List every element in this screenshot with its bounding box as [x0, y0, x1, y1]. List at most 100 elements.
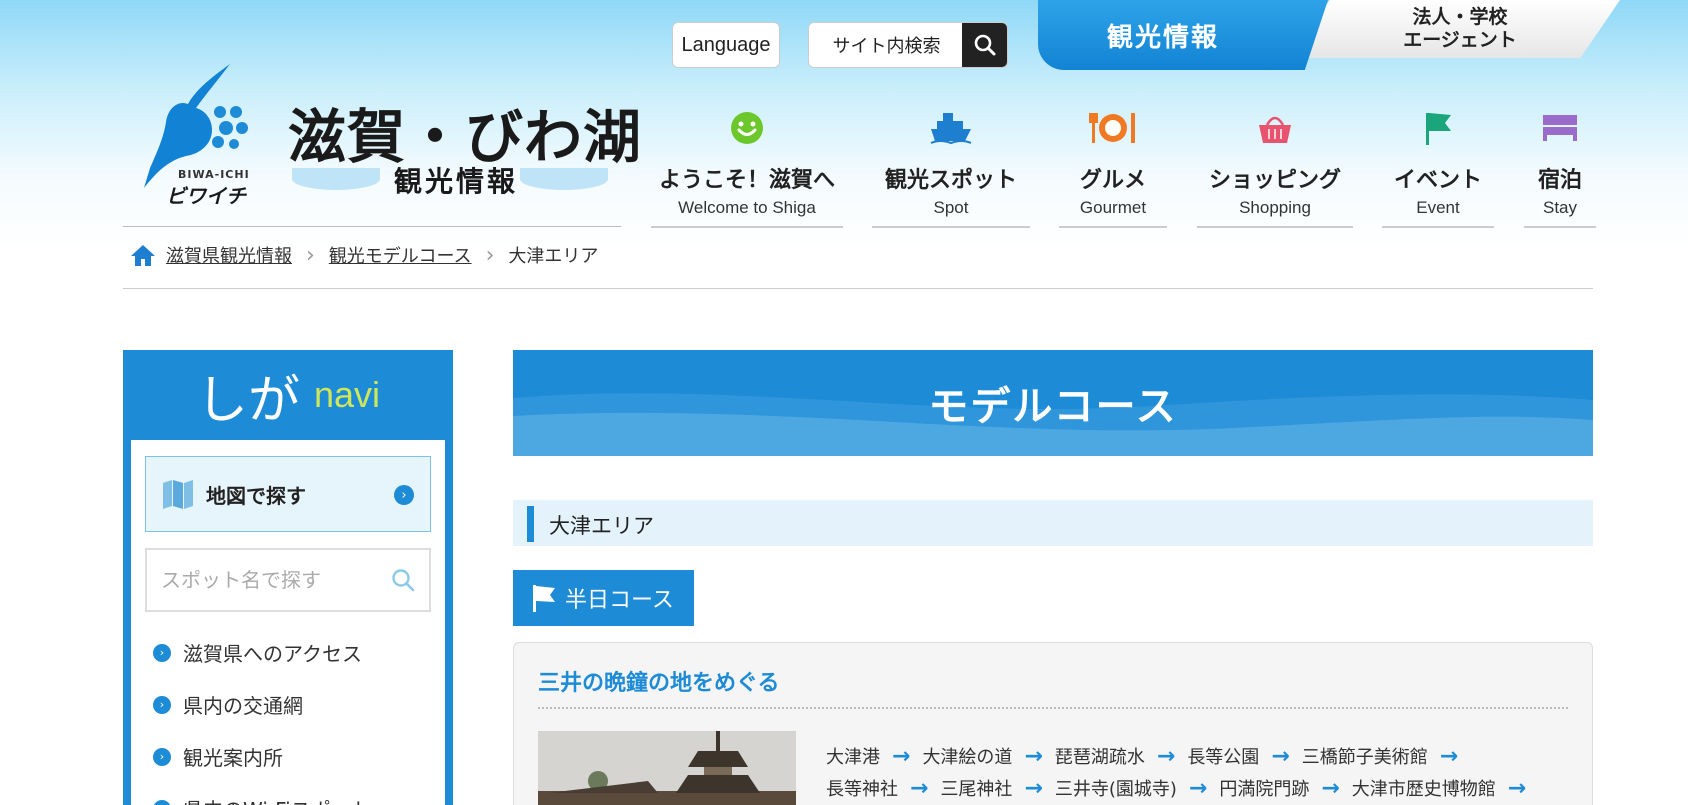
sidebar-body: 地図で探す › › 滋賀県へのアクセス › 県内の交通網 › 観光案内所 › 県…	[131, 440, 445, 805]
spot-search-input[interactable]	[147, 550, 387, 610]
arrow-right-icon: →	[910, 775, 929, 801]
nav-label-en: Welcome to Shiga	[678, 198, 816, 217]
chevron-right-icon: ›	[153, 643, 171, 662]
breadcrumb-link-model-course[interactable]: 観光モデルコース	[329, 242, 472, 268]
chevron-right-icon: ›	[394, 485, 414, 505]
map-icon	[162, 478, 194, 510]
sidebar-link-transport[interactable]: › 県内の交通網	[153, 690, 303, 719]
tab-corporate-school[interactable]: 法人・学校 エージェント	[1290, 0, 1620, 58]
sidebar-link-label: 観光案内所	[183, 746, 283, 770]
sidebar-link-label: 県内のWi-Fiスポット	[183, 794, 371, 805]
flag-icon	[531, 584, 557, 612]
page-hero-banner: モデルコース	[513, 350, 1593, 456]
sidebar-link-label: 県内の交通網	[183, 694, 303, 718]
nav-item-stay[interactable]: 宿泊 Stay	[1524, 108, 1596, 228]
search-icon[interactable]	[962, 23, 1007, 67]
route-stop: 琵琶湖疏水	[1054, 747, 1145, 768]
ship-icon	[929, 108, 973, 148]
breadcrumb-link-home[interactable]: 滋賀県観光情報	[166, 242, 292, 268]
course-card: 三井の晩鐘の地をめぐる 大津港 → 大津絵の道 → 琵琶湖疏水 → 長等公園 → 三橋節子美術館…	[513, 642, 1593, 805]
course-duration-tag: 半日コース	[513, 570, 694, 626]
nav-label-en: Stay	[1542, 198, 1578, 217]
course-title[interactable]: 三井の晩鐘の地をめぐる	[538, 665, 780, 697]
breadcrumb: 滋賀県観光情報 › 観光モデルコース › 大津エリア	[130, 242, 598, 268]
chevron-right-icon: ›	[306, 242, 315, 268]
nav-label-jp: ようこそ！滋賀へ	[658, 168, 835, 193]
pagoda-image	[538, 731, 796, 805]
home-icon[interactable]	[130, 243, 156, 267]
language-button[interactable]: Language	[672, 22, 780, 68]
logo-wave-right	[520, 168, 608, 190]
site-search-button[interactable]: サイト内検索	[808, 22, 1008, 68]
arrow-right-icon: →	[1439, 743, 1459, 769]
search-icon[interactable]	[391, 568, 415, 596]
arrow-right-icon: →	[1321, 775, 1340, 801]
tab-corporate-line1: 法人・学校	[1412, 6, 1508, 29]
sidebar-title: しが navi	[123, 350, 453, 440]
course-photo	[538, 731, 796, 805]
sidebar-link-access[interactable]: › 滋賀県へのアクセス	[153, 638, 362, 667]
route-stop: 大津港	[826, 747, 880, 768]
sidebar-link-info-center[interactable]: › 観光案内所	[153, 742, 283, 771]
nav-label-jp: グルメ	[1079, 168, 1146, 193]
nav-label-jp: ショッピング	[1208, 168, 1341, 193]
breadcrumb-current: 大津エリア	[508, 246, 599, 267]
area-heading-label: 大津エリア	[549, 514, 654, 538]
route-stop: 大津絵の道	[922, 747, 1013, 768]
route-stop: 三井寺(園城寺)	[1054, 779, 1177, 800]
nav-item-spot[interactable]: 観光スポット Spot	[872, 108, 1030, 228]
flag-icon	[1423, 108, 1453, 148]
header-divider	[123, 226, 621, 227]
nav-item-gourmet[interactable]: グルメ Gourmet	[1059, 108, 1167, 228]
chevron-right-icon: ›	[485, 242, 495, 268]
chevron-right-icon: ›	[153, 799, 171, 805]
route-stop: 長等公園	[1187, 747, 1260, 768]
route-line-1: 大津港 → 大津絵の道 → 琵琶湖疏水 → 長等公園 → 三橋節子美術館 →	[826, 743, 1470, 769]
arrow-right-icon: →	[1188, 775, 1208, 801]
logo-mascot-kana: ビワイチ	[166, 184, 246, 208]
nav-item-welcome[interactable]: ようこそ！滋賀へ Welcome to Shiga	[651, 108, 843, 228]
map-search-button[interactable]: 地図で探す ›	[145, 456, 431, 532]
arrow-right-icon: →	[1024, 775, 1043, 801]
course-duration-label: 半日コース	[565, 588, 674, 613]
route-stop: 円満院門跡	[1219, 779, 1310, 800]
arrow-right-icon: →	[892, 743, 911, 769]
route-stop: 大津市歴史博物館	[1351, 779, 1496, 800]
bed-icon	[1541, 108, 1579, 148]
tab-tourism-info[interactable]: 観光情報	[1038, 0, 1328, 70]
nav-label-en: Shopping	[1239, 198, 1311, 217]
spot-search-box	[145, 548, 431, 612]
nav-label-jp: 観光スポット	[884, 168, 1017, 193]
nav-label-jp: 宿泊	[1537, 168, 1582, 193]
nav-item-shopping[interactable]: ショッピング Shopping	[1197, 108, 1353, 228]
nav-label-en: Event	[1416, 198, 1460, 217]
site-search-label: サイト内検索	[832, 36, 941, 57]
arrow-right-icon: →	[1156, 743, 1176, 769]
page-title: モデルコース	[928, 384, 1178, 430]
sidebar-title-jp: しが	[195, 370, 300, 431]
course-divider	[538, 707, 1568, 709]
arrow-right-icon: →	[1507, 775, 1527, 801]
smiley-icon	[730, 108, 764, 148]
sidebar-shiga-navi: しが navi 地図で探す › › 滋賀県へのアクセス › 県内の交通網 › 観…	[123, 350, 453, 805]
route-stop: 三尾神社	[940, 779, 1013, 800]
sidebar-link-label: 滋賀県へのアクセス	[183, 642, 362, 666]
nav-label-en: Gourmet	[1079, 198, 1147, 217]
site-logo[interactable]: BIWA-ICHI ビワイチ 滋賀・びわ湖 観光情報	[138, 60, 641, 210]
area-heading-accent	[527, 506, 534, 542]
basket-icon	[1257, 108, 1293, 148]
map-search-label: 地図で探す	[206, 483, 306, 508]
route-line-2: 長等神社 → 三尾神社 → 三井寺(園城寺) → 円満院門跡 → 大津市歴史博物館 →	[826, 775, 1538, 801]
tab-corporate-line2: エージェント	[1403, 29, 1517, 51]
nav-label-jp: イベント	[1393, 168, 1482, 193]
breadcrumb-divider	[123, 288, 1593, 289]
logo-subtitle: 観光情報	[394, 165, 519, 198]
arrow-right-icon: →	[1024, 743, 1043, 769]
plate-icon	[1088, 108, 1138, 148]
nav-label-en: Spot	[933, 198, 969, 217]
sidebar-link-wifi[interactable]: › 県内のWi-Fiスポット	[153, 794, 371, 805]
chevron-right-icon: ›	[153, 747, 171, 766]
nav-item-event[interactable]: イベント Event	[1382, 108, 1494, 228]
arrow-right-icon: →	[1271, 743, 1290, 769]
logo-wave-left	[292, 168, 380, 190]
